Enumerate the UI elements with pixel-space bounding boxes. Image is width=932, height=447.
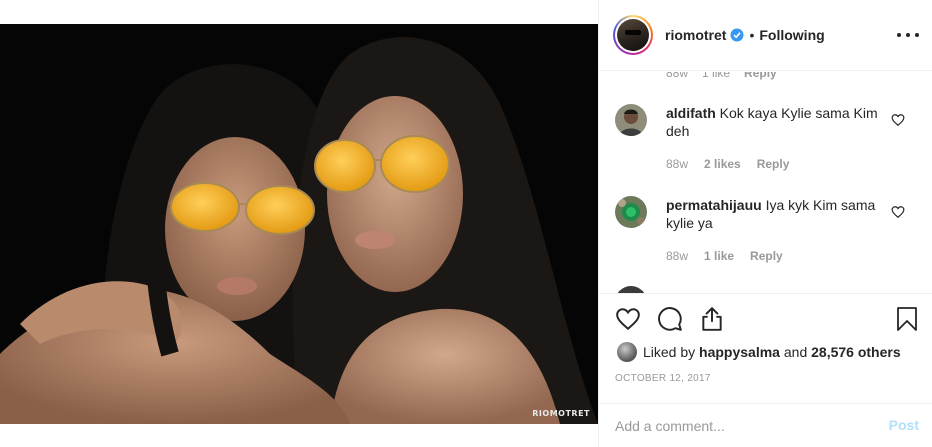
- comment-username[interactable]: aldifath: [666, 105, 716, 121]
- reply-button[interactable]: Reply: [757, 157, 790, 171]
- comment-meta: 88w 2 likes Reply: [666, 157, 789, 171]
- author-avatar-image: [617, 19, 649, 51]
- post-header: riomotret • Following: [599, 0, 932, 71]
- commenter-avatar[interactable]: [615, 104, 647, 136]
- partial-comment-meta: 88w 1 like Reply: [666, 72, 777, 80]
- likes-others-link[interactable]: 28,576 others: [811, 344, 901, 360]
- heart-icon[interactable]: [615, 306, 641, 332]
- commenter-avatar-image: [615, 196, 647, 228]
- likes-and: and: [783, 344, 808, 360]
- commenter-avatar[interactable]: [615, 286, 647, 293]
- header-separator: •: [749, 27, 755, 43]
- more-options-icon[interactable]: [897, 25, 919, 45]
- comment-heart-icon[interactable]: [891, 113, 905, 127]
- comment-likes[interactable]: 2 likes: [704, 157, 741, 171]
- post-date[interactable]: OCTOBER 12, 2017: [615, 373, 711, 384]
- post-side-panel: riomotret • Following 88w 1 like Reply a…: [598, 0, 932, 447]
- comment-icon[interactable]: [657, 306, 683, 332]
- instagram-post: RIOMOTRET riomotret • Following 88w 1 li…: [0, 0, 932, 447]
- reply-button[interactable]: Reply: [750, 249, 783, 263]
- likes-prefix: Liked by: [643, 344, 696, 360]
- post-actions: Liked by happysalma and 28,576 others OC…: [599, 293, 932, 447]
- following-button[interactable]: Following: [759, 27, 824, 43]
- add-comment-bar: Post: [599, 403, 932, 447]
- commenter-avatar[interactable]: [615, 196, 647, 228]
- comment-text-block: permatahijauu Iya kyk Kim sama kylie ya: [666, 196, 882, 232]
- action-icons: [615, 306, 725, 332]
- verified-badge-icon: [730, 28, 744, 42]
- likes-summary: Liked by happysalma and 28,576 others: [617, 342, 901, 362]
- comment-likes[interactable]: 1 like: [704, 249, 734, 263]
- avatar-border: [615, 17, 651, 53]
- comment-username[interactable]: permatahijauu: [666, 197, 762, 213]
- liker-username[interactable]: happysalma: [699, 344, 780, 360]
- comment-age: 88w: [666, 72, 689, 80]
- post-comment-button[interactable]: Post: [889, 417, 919, 433]
- post-photo[interactable]: RIOMOTRET: [0, 24, 598, 424]
- photo-illustration: [0, 24, 598, 424]
- comment-meta: 88w 1 like Reply: [666, 249, 783, 263]
- author-username[interactable]: riomotret: [665, 27, 726, 43]
- photo-watermark: RIOMOTRET: [532, 409, 590, 418]
- author-avatar[interactable]: [613, 15, 653, 55]
- comment-likes[interactable]: 1 like: [702, 72, 730, 80]
- comments-list[interactable]: 88w 1 like Reply aldifath Kok kaya Kylie: [599, 72, 932, 293]
- comment-text-block: aldifath Kok kaya Kylie sama Kim deh: [666, 104, 882, 140]
- bookmark-icon: [897, 307, 917, 331]
- comment-input[interactable]: [615, 416, 865, 436]
- reply-button[interactable]: Reply: [744, 72, 777, 80]
- commenter-avatar-image: [615, 104, 647, 136]
- liker-avatar[interactable]: [617, 342, 637, 362]
- more-dot: [897, 33, 901, 37]
- comment-heart-icon[interactable]: [891, 205, 905, 219]
- more-dot: [906, 33, 910, 37]
- more-dot: [915, 33, 919, 37]
- comment-age: 88w: [666, 157, 689, 171]
- comment-age: 88w: [666, 249, 689, 263]
- save-button[interactable]: [895, 306, 919, 332]
- share-icon[interactable]: [699, 306, 725, 332]
